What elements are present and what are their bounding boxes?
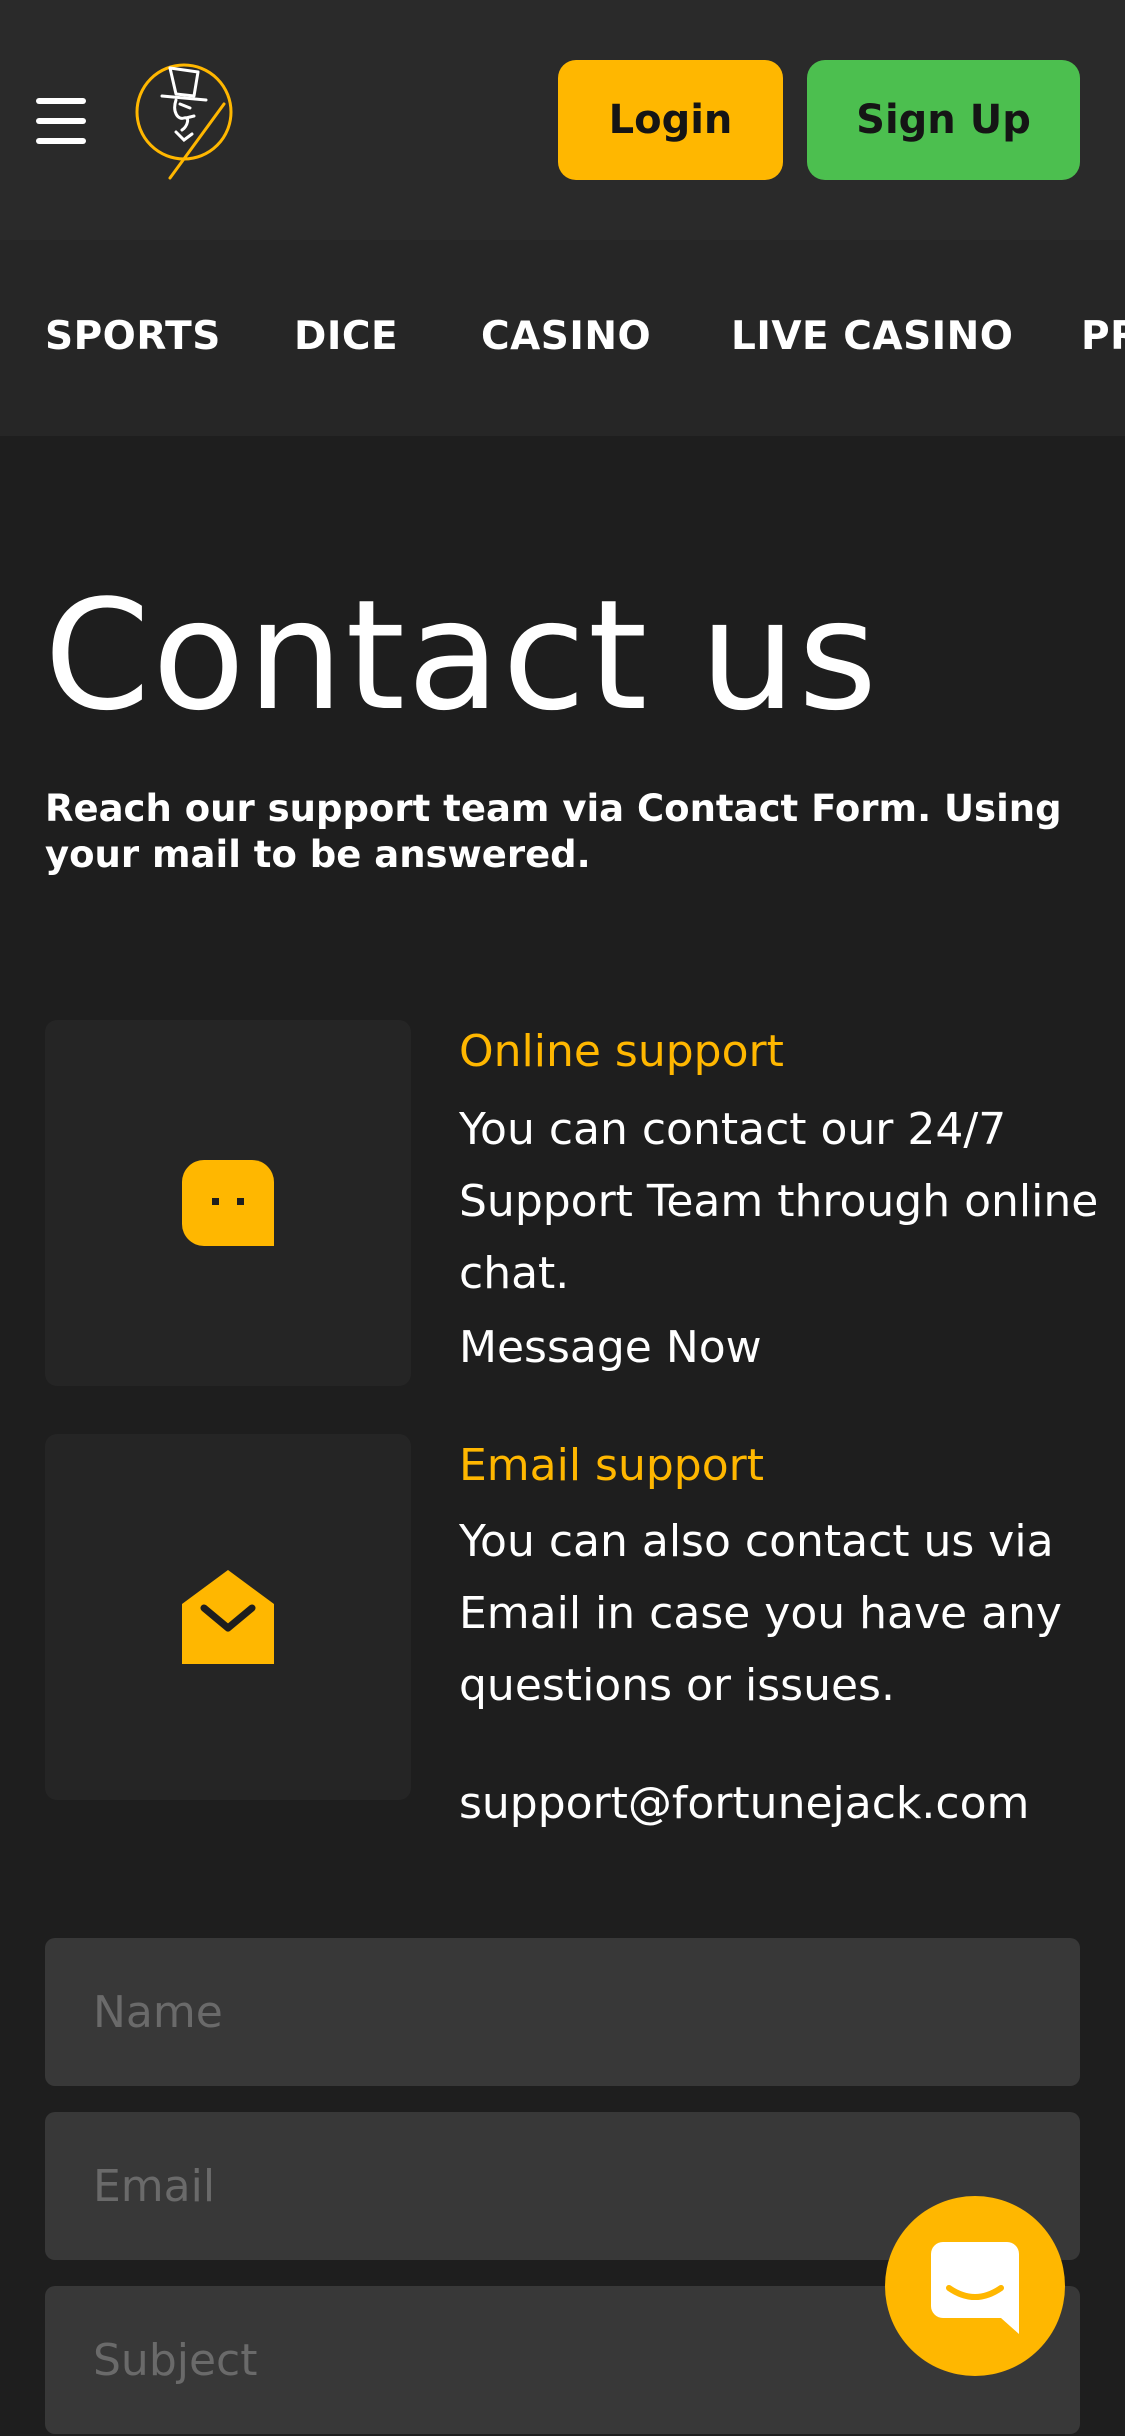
email-support-text: You can also contact us via Email in cas… [459, 1516, 1062, 1711]
fortunejack-logo-icon[interactable] [132, 56, 240, 184]
online-support-heading: Online support [459, 1026, 784, 1077]
category-nav: SPORTS DICE CASINO LIVE CASINO PR [0, 240, 1125, 436]
signup-button[interactable]: Sign Up [807, 60, 1080, 180]
online-support-text: You can contact our 24/7 Support Team th… [459, 1104, 1099, 1299]
envelope-icon [182, 1570, 274, 1664]
chat-launcher-icon [931, 2242, 1019, 2334]
online-support-icon-box[interactable] [45, 1020, 411, 1386]
nav-item-sports[interactable]: SPORTS [45, 314, 221, 359]
message-now-link[interactable]: Message Now [459, 1322, 762, 1373]
header: Login Sign Up [0, 0, 1125, 240]
chat-launcher-button[interactable] [885, 2196, 1065, 2376]
email-support-icon-box[interactable] [45, 1434, 411, 1800]
email-support-heading: Email support [459, 1440, 764, 1491]
login-button[interactable]: Login [558, 60, 783, 180]
page-title: Contact us [44, 567, 880, 744]
hamburger-menu-icon[interactable] [36, 96, 86, 146]
nav-item-promotions[interactable]: PR [1081, 314, 1125, 359]
chat-bubble-icon [182, 1160, 274, 1246]
page-subtitle: Reach our support team via Contact Form.… [45, 787, 1062, 876]
nav-item-casino[interactable]: CASINO [481, 314, 651, 359]
nav-item-dice[interactable]: DICE [294, 314, 398, 359]
name-input[interactable] [45, 1938, 1080, 2086]
nav-item-live-casino[interactable]: LIVE CASINO [731, 314, 1013, 359]
support-email-link[interactable]: support@fortunejack.com [459, 1778, 1029, 1829]
